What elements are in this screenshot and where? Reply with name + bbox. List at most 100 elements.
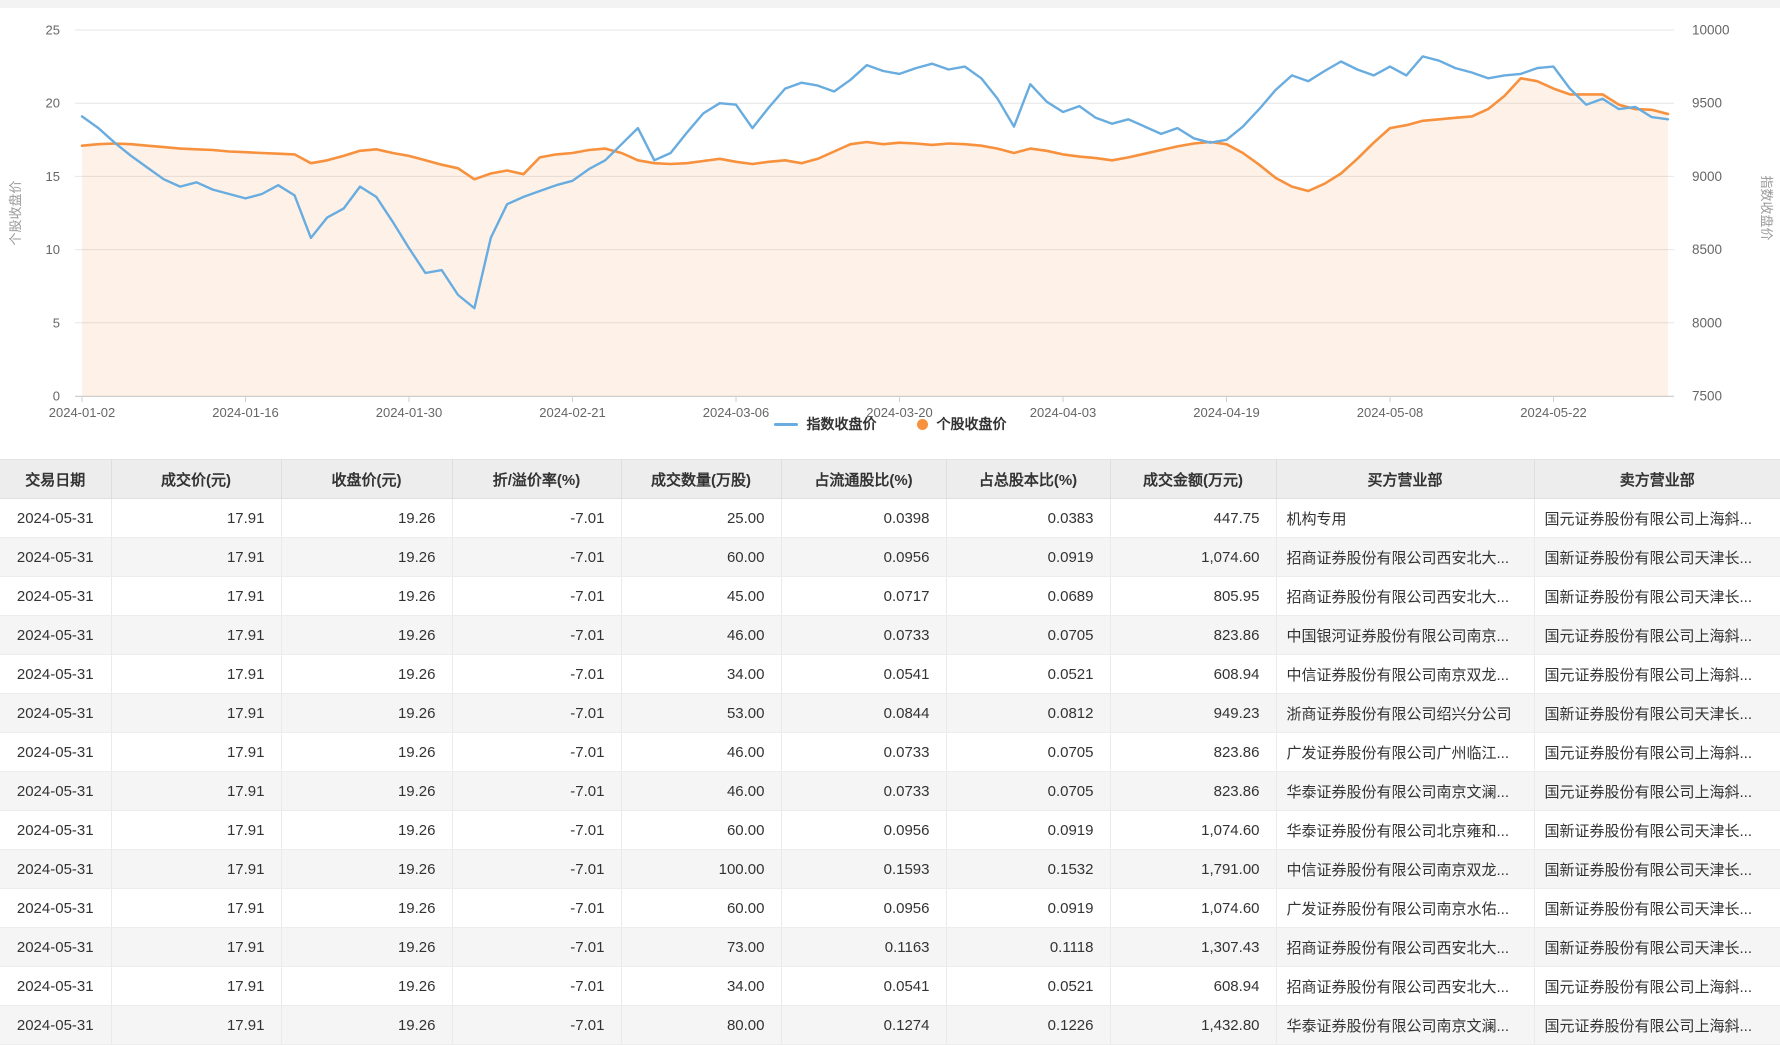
table-cell: 0.0733 [781,733,946,772]
table-cell: 53.00 [621,694,781,733]
table-cell: 2024-05-31 [0,499,111,538]
svg-text:10: 10 [46,242,60,257]
table-cell: -7.01 [452,655,621,694]
table-cell: 60.00 [621,889,781,928]
table-row: 2024-05-3117.9119.26-7.0173.000.11630.11… [0,928,1780,967]
table-cell: 国新证券股份有限公司天津长... [1534,811,1780,850]
svg-text:9000: 9000 [1692,169,1722,184]
table-cell: 19.26 [281,655,452,694]
table-cell: 国新证券股份有限公司天津长... [1534,850,1780,889]
legend-label-index: 指数收盘价 [807,414,877,434]
page: 075005800010850015900020950025100002024-… [0,0,1780,1045]
table-cell: 0.0383 [946,499,1110,538]
table-cell: 2024-05-31 [0,1006,111,1045]
table-cell: 广发证券股份有限公司广州临江... [1276,733,1534,772]
table-cell: 0.0705 [946,733,1110,772]
table-cell: 国元证券股份有限公司上海斜... [1534,733,1780,772]
table-cell: 招商证券股份有限公司西安北大... [1276,928,1534,967]
table-cell: 0.0844 [781,694,946,733]
table-cell: -7.01 [452,889,621,928]
table-row: 2024-05-3117.9119.26-7.01100.000.15930.1… [0,850,1780,889]
table-cell: 2024-05-31 [0,889,111,928]
table-cell: 2024-05-31 [0,850,111,889]
svg-text:5: 5 [53,315,60,330]
stock-area [82,78,1668,396]
column-header-2: 收盘价(元) [281,460,452,499]
table-row: 2024-05-3117.9119.26-7.0146.000.07330.07… [0,616,1780,655]
table-cell: 0.0541 [781,655,946,694]
table-cell: 19.26 [281,733,452,772]
table-cell: 17.91 [111,772,281,811]
table-cell: 国新证券股份有限公司天津长... [1534,928,1780,967]
table-row: 2024-05-3117.9119.26-7.0160.000.09560.09… [0,811,1780,850]
top-divider [0,0,1780,8]
svg-text:20: 20 [46,96,60,111]
legend-item-index[interactable]: 指数收盘价 [774,414,877,434]
table-cell: 2024-05-31 [0,577,111,616]
table-cell: 60.00 [621,811,781,850]
table-cell: 2024-05-31 [0,655,111,694]
table-cell: 0.0398 [781,499,946,538]
table-cell: 19.26 [281,577,452,616]
table-cell: 浙商证券股份有限公司绍兴分公司 [1276,694,1534,733]
table-row: 2024-05-3117.9119.26-7.0146.000.07330.07… [0,772,1780,811]
table-cell: 0.1274 [781,1006,946,1045]
table-cell: 19.26 [281,967,452,1006]
table-cell: 国元证券股份有限公司上海斜... [1534,499,1780,538]
table-cell: 广发证券股份有限公司南京水佑... [1276,889,1534,928]
table-cell: 46.00 [621,733,781,772]
table-cell: 0.0919 [946,811,1110,850]
table-cell: 17.91 [111,538,281,577]
stock-dot-marker-icon [917,419,928,430]
table-cell: 17.91 [111,1006,281,1045]
table-cell: 45.00 [621,577,781,616]
table-row: 2024-05-3117.9119.26-7.0160.000.09560.09… [0,889,1780,928]
svg-text:8500: 8500 [1692,242,1722,257]
table-cell: 19.26 [281,850,452,889]
table-cell: -7.01 [452,928,621,967]
table-cell: 17.91 [111,889,281,928]
svg-text:0: 0 [53,389,60,404]
chart-canvas[interactable]: 075005800010850015900020950025100002024-… [0,8,1780,455]
column-header-3: 折/溢价率(%) [452,460,621,499]
table-cell: 2024-05-31 [0,967,111,1006]
table-cell: 823.86 [1110,616,1276,655]
table-cell: -7.01 [452,967,621,1006]
table-cell: 25.00 [621,499,781,538]
table-cell: 805.95 [1110,577,1276,616]
table-cell: 0.0521 [946,655,1110,694]
table-cell: 17.91 [111,850,281,889]
table-cell: 19.26 [281,499,452,538]
table-cell: 招商证券股份有限公司西安北大... [1276,577,1534,616]
table-cell: 华泰证券股份有限公司南京文澜... [1276,1006,1534,1045]
table-cell: -7.01 [452,733,621,772]
table-cell: 17.91 [111,499,281,538]
table-cell: 0.0541 [781,967,946,1006]
table-cell: 34.00 [621,967,781,1006]
svg-text:9500: 9500 [1692,96,1722,111]
table-cell: 1,307.43 [1110,928,1276,967]
table-cell: 1,791.00 [1110,850,1276,889]
svg-text:7500: 7500 [1692,389,1722,404]
table-cell: 0.0705 [946,616,1110,655]
table-cell: 国新证券股份有限公司天津长... [1534,538,1780,577]
table-cell: 34.00 [621,655,781,694]
table-cell: 17.91 [111,811,281,850]
svg-text:15: 15 [46,169,60,184]
table-cell: 华泰证券股份有限公司北京雍和... [1276,811,1534,850]
table-cell: 1,432.80 [1110,1006,1276,1045]
legend-item-stock[interactable]: 个股收盘价 [917,414,1007,434]
table-cell: 0.0521 [946,967,1110,1006]
table-cell: 机构专用 [1276,499,1534,538]
table-cell: 17.91 [111,733,281,772]
table-cell: -7.01 [452,538,621,577]
column-header-0: 交易日期 [0,460,111,499]
table-row: 2024-05-3117.9119.26-7.0145.000.07170.06… [0,577,1780,616]
column-header-4: 成交数量(万股) [621,460,781,499]
table-row: 2024-05-3117.9119.26-7.0160.000.09560.09… [0,538,1780,577]
column-header-8: 买方营业部 [1276,460,1534,499]
table-cell: 2024-05-31 [0,694,111,733]
table-cell: 73.00 [621,928,781,967]
table-row: 2024-05-3117.9119.26-7.0180.000.12740.12… [0,1006,1780,1045]
table-cell: 中信证券股份有限公司南京双龙... [1276,850,1534,889]
